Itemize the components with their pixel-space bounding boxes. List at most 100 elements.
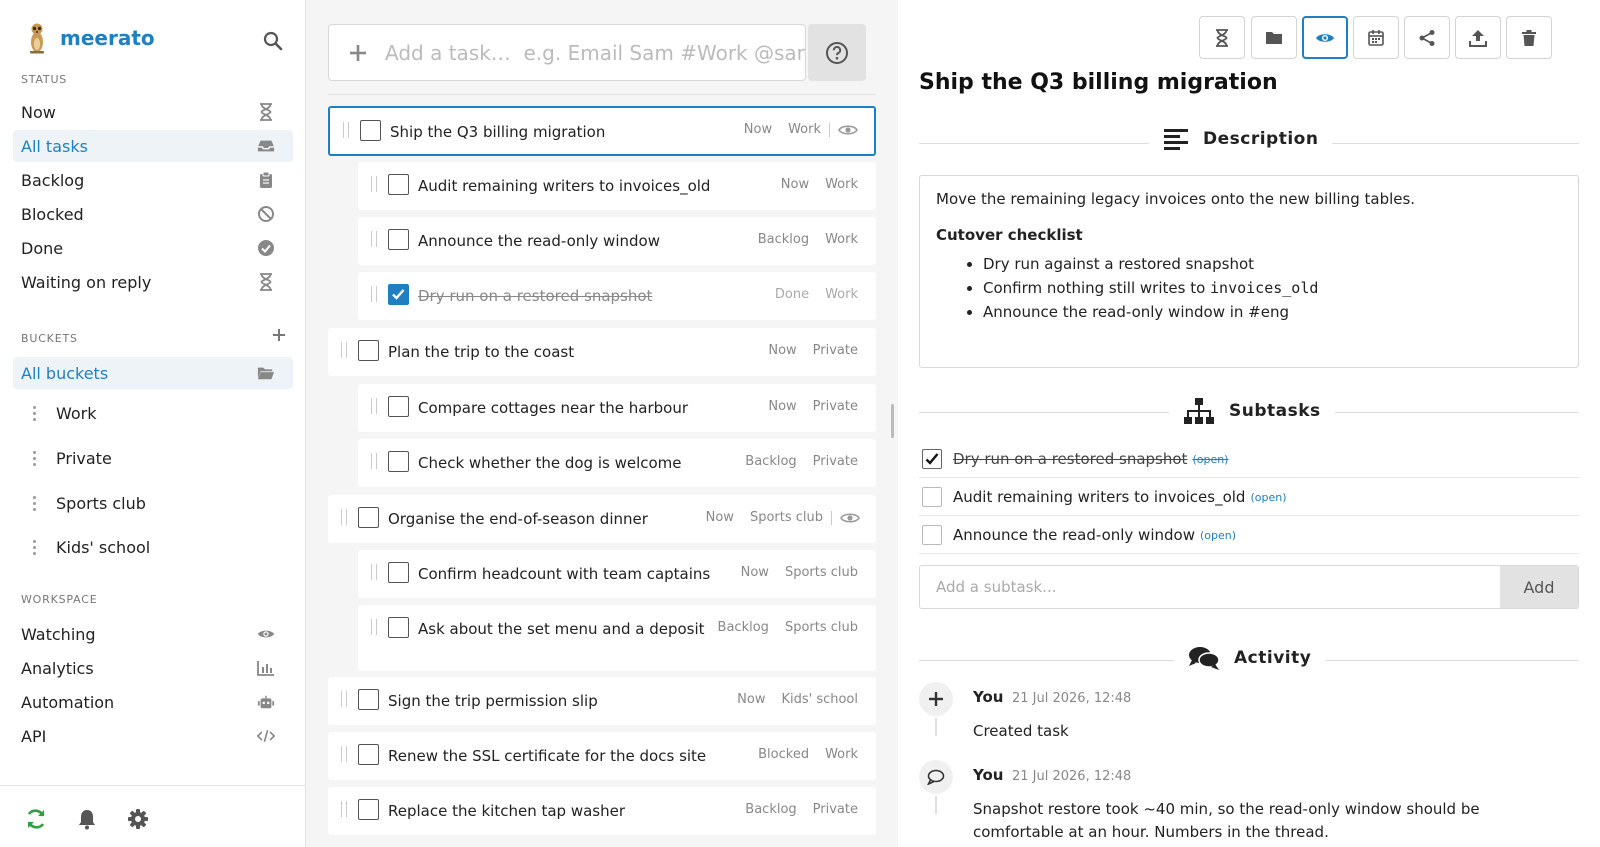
task-bucket-label[interactable]: Sports club <box>785 565 858 580</box>
drag-dots-icon[interactable] <box>28 404 40 422</box>
task-bucket-label[interactable]: Private <box>813 343 858 358</box>
drag-handle-icon[interactable] <box>371 286 377 302</box>
drag-handle-icon[interactable] <box>371 231 377 247</box>
drag-dots-icon[interactable] <box>28 449 40 467</box>
sidebar-item-backlog[interactable]: Backlog <box>13 164 293 196</box>
task-title-heading[interactable]: Ship the Q3 billing migration <box>919 70 1278 95</box>
add-task-input[interactable] <box>385 40 805 65</box>
task-status-label[interactable]: Now <box>768 399 796 414</box>
add-subtask-input[interactable] <box>920 566 1500 608</box>
task-checkbox[interactable] <box>358 799 379 820</box>
bucket-item-work[interactable]: Work <box>28 397 288 429</box>
task-checkbox[interactable] <box>388 396 409 417</box>
refresh-icon[interactable] <box>25 808 47 830</box>
sidebar-item-all-buckets[interactable]: All buckets <box>13 357 293 389</box>
task-bucket-label[interactable]: Kids' school <box>781 692 858 707</box>
sidebar-item-automation[interactable]: Automation <box>13 686 293 718</box>
brand[interactable]: meerato <box>24 22 155 54</box>
sidebar-item-api[interactable]: API <box>13 720 293 752</box>
task-checkbox[interactable] <box>358 744 379 765</box>
sidebar-item-all-tasks[interactable]: All tasks <box>13 130 293 162</box>
subtask-open-link[interactable]: (open) <box>1192 453 1228 466</box>
task-row[interactable]: Ask about the set menu and a deposit Back… <box>358 605 876 671</box>
search-icon[interactable] <box>262 30 284 52</box>
add-task-field[interactable] <box>328 24 806 81</box>
task-checkbox[interactable] <box>358 689 379 710</box>
task-bucket-label[interactable]: Private <box>813 454 858 469</box>
drag-handle-icon[interactable] <box>341 691 347 707</box>
status-button[interactable] <box>1199 16 1245 59</box>
task-status-label[interactable]: Now <box>741 565 769 580</box>
drag-handle-icon[interactable] <box>343 122 349 138</box>
task-checkbox[interactable] <box>358 340 379 361</box>
bell-icon[interactable] <box>76 808 98 830</box>
task-bucket-label[interactable]: Sports club <box>785 620 858 635</box>
drag-dots-icon[interactable] <box>28 538 40 556</box>
task-checkbox[interactable] <box>388 174 409 195</box>
drag-handle-icon[interactable] <box>371 619 377 635</box>
sidebar-item-blocked[interactable]: Blocked <box>13 198 293 230</box>
task-bucket-label[interactable]: Work <box>825 747 858 762</box>
task-row[interactable]: Compare cottages near the harbour Now Priv… <box>358 384 876 432</box>
task-bucket-label[interactable]: Sports club <box>750 510 823 525</box>
pane-resize-handle[interactable] <box>891 404 894 438</box>
drag-handle-icon[interactable] <box>341 509 347 525</box>
task-status-label[interactable]: Now <box>706 510 734 525</box>
subtask-checkbox[interactable] <box>922 525 942 545</box>
task-status-label[interactable]: Now <box>737 692 765 707</box>
task-bucket-label[interactable]: Work <box>788 122 821 137</box>
task-status-label[interactable]: Done <box>775 287 809 302</box>
task-status-label[interactable]: Now <box>781 177 809 192</box>
task-status-label[interactable]: Backlog <box>745 454 796 469</box>
subtask-open-link[interactable]: (open) <box>1200 529 1236 542</box>
add-bucket-button[interactable] <box>270 326 288 344</box>
task-checkbox[interactable] <box>388 562 409 583</box>
task-checkbox[interactable] <box>388 617 409 638</box>
task-row[interactable]: Announce the read-only window Backlog Work <box>358 217 876 265</box>
task-status-label[interactable]: Backlog <box>718 620 769 635</box>
task-checkbox[interactable] <box>360 120 381 141</box>
task-row[interactable]: Confirm headcount with team captains Now S… <box>358 550 876 598</box>
task-checkbox[interactable] <box>388 229 409 250</box>
export-button[interactable] <box>1455 16 1501 59</box>
drag-handle-icon[interactable] <box>371 564 377 580</box>
share-button[interactable] <box>1404 16 1450 59</box>
subtask-checkbox[interactable] <box>922 487 942 507</box>
sidebar-item-analytics[interactable]: Analytics <box>13 652 293 684</box>
task-row[interactable]: Dry run on a restored snapshot Done Work <box>358 272 876 320</box>
task-status-label[interactable]: Backlog <box>745 802 796 817</box>
drag-handle-icon[interactable] <box>371 398 377 414</box>
bucket-item-sports-club[interactable]: Sports club <box>28 487 288 519</box>
subtask-row[interactable]: Dry run on a restored snapshot (open) <box>919 441 1579 478</box>
task-checkbox[interactable] <box>388 284 409 305</box>
drag-handle-icon[interactable] <box>341 342 347 358</box>
bucket-button[interactable] <box>1251 16 1297 59</box>
drag-handle-icon[interactable] <box>371 453 377 469</box>
task-status-label[interactable]: Backlog <box>758 232 809 247</box>
task-bucket-label[interactable]: Private <box>813 802 858 817</box>
eye-icon[interactable] <box>840 511 860 525</box>
drag-dots-icon[interactable] <box>28 494 40 512</box>
eye-icon[interactable] <box>838 123 858 137</box>
task-status-label[interactable]: Blocked <box>758 747 809 762</box>
sidebar-item-waiting-on-reply[interactable]: Waiting on reply <box>13 266 293 298</box>
due-date-button[interactable] <box>1353 16 1399 59</box>
task-status-label[interactable]: Now <box>744 122 772 137</box>
sidebar-item-done[interactable]: Done <box>13 232 293 264</box>
task-status-label[interactable]: Now <box>768 343 796 358</box>
task-checkbox[interactable] <box>388 451 409 472</box>
task-row[interactable]: Organise the end-of-season dinner Now Spor… <box>328 495 876 543</box>
task-bucket-label[interactable]: Private <box>813 399 858 414</box>
drag-handle-icon[interactable] <box>371 176 377 192</box>
drag-handle-icon[interactable] <box>341 801 347 817</box>
task-bucket-label[interactable]: Work <box>825 177 858 192</box>
subtask-row[interactable]: Announce the read-only window (open) <box>919 517 1579 554</box>
task-row[interactable]: Ship the Q3 billing migration Now Work <box>328 106 876 156</box>
task-row[interactable]: Sign the trip permission slip Now Kids' sc… <box>328 677 876 725</box>
gear-icon[interactable] <box>127 808 149 830</box>
task-row[interactable]: Check whether the dog is welcome Backlog P… <box>358 439 876 487</box>
delete-button[interactable] <box>1506 16 1552 59</box>
subtask-open-link[interactable]: (open) <box>1250 491 1286 504</box>
sidebar-item-now[interactable]: Now <box>13 96 293 128</box>
task-row[interactable]: Plan the trip to the coast Now Private <box>328 328 876 376</box>
